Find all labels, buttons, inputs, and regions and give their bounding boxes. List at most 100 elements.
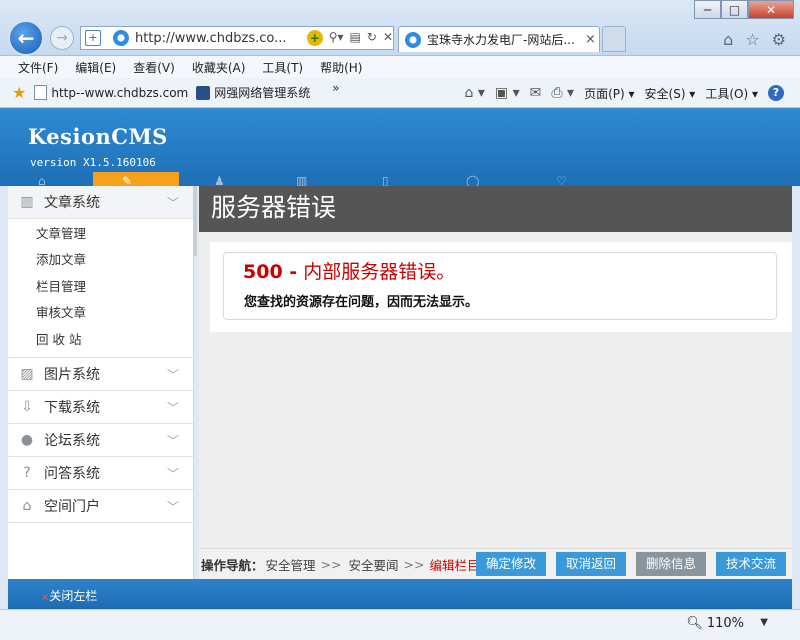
home-icon[interactable]: ⌂ ▾ (465, 85, 485, 101)
breadcrumb-separator: >> (320, 556, 342, 572)
error-message: 您查找的资源存在问题，因而无法显示。 (244, 295, 479, 310)
gear-icon[interactable]: ⚙ (772, 30, 786, 49)
close-sidebar-label: 关闭左栏 (49, 589, 98, 603)
search-nav-icon[interactable]: ◯ (466, 174, 479, 186)
favorites-star-icon[interactable]: ★ (12, 83, 26, 102)
rss-icon[interactable]: ▣ ▾ (495, 85, 520, 101)
site-icon (196, 85, 211, 100)
cancel-back-button[interactable]: 取消返回 (555, 552, 626, 576)
favorite-link-2[interactable]: 网强网络管理系统 (196, 84, 310, 101)
edit-nav-icon[interactable]: ✎ (122, 174, 132, 186)
print-icon[interactable]: ⎙ ▾ (551, 85, 574, 101)
confirm-edit-button[interactable]: 确定修改 (475, 552, 546, 576)
users-nav-icon[interactable]: ♟ (214, 174, 225, 186)
sidebar-scrollbar[interactable] (193, 186, 197, 256)
addon-icon[interactable]: + (306, 30, 323, 46)
operation-buttons: 确定修改 取消返回 删除信息 技术交流 (475, 552, 786, 576)
sidebar-group-label: 下载系统 (44, 399, 100, 416)
sidebar-group-qa[interactable]: ? 问答系统 ﹀ (8, 457, 193, 490)
error-code: 500 - (243, 261, 298, 283)
close-sidebar-link[interactable]: ×关闭左栏 (41, 587, 97, 604)
help-icon[interactable]: ? (768, 85, 784, 101)
breadcrumb-security-manage[interactable]: 安全管理 (266, 555, 316, 574)
chevron-down-icon: ﹀ (166, 367, 179, 382)
tech-exchange-button[interactable]: 技术交流 (715, 552, 786, 576)
menu-view[interactable]: 查看(V) (133, 59, 175, 76)
mobile-nav-icon[interactable]: ▯ (382, 174, 389, 186)
zoom-control[interactable]: 🔍︎ 110% (686, 616, 744, 631)
back-button[interactable]: ← (8, 20, 44, 56)
heart-nav-icon[interactable]: ♡ (556, 174, 567, 186)
error-code-text: 内部服务器错误。 (297, 261, 456, 283)
minimize-button[interactable]: ─ (694, 0, 721, 19)
rss-feed-icon[interactable]: ▤ (350, 30, 361, 46)
menu-file[interactable]: 文件(F) (18, 59, 58, 76)
command-bar: ⌂ ▾ ▣ ▾ ✉ ⎙ ▾ 页面(P) ▾ 安全(S) ▾ 工具(O) ▾ ? (465, 78, 784, 108)
page-menu[interactable]: 页面(P) ▾ (584, 85, 634, 102)
favorites-star-icon[interactable]: ☆ (745, 30, 759, 49)
safety-menu[interactable]: 安全(S) ▾ (645, 85, 696, 102)
error-panel: 500 - 内部服务器错误。 您查找的资源存在问题，因而无法显示。 (210, 242, 792, 332)
menu-help[interactable]: 帮助(H) (320, 59, 362, 76)
breadcrumb-security-news[interactable]: 安全要闻 (348, 555, 398, 574)
address-bar[interactable]: + e http://www.chdbzs.co... + ⚲▾ ▤ ↻ ✕ (80, 26, 394, 50)
sidebar-group-space[interactable]: ⌂ 空间门户 ﹀ (8, 490, 193, 523)
sidebar-item-add-article[interactable]: 添加文章 (8, 247, 193, 273)
breadcrumb-current: 编辑栏目 (429, 557, 480, 573)
question-icon: ? (23, 464, 31, 481)
browser-tab[interactable]: e 宝珠寺水力发电厂-网站后... × (398, 26, 600, 52)
close-window-button[interactable]: ✕ (748, 0, 794, 19)
menu-favorites[interactable]: 收藏夹(A) (192, 59, 246, 76)
new-tab-button[interactable] (602, 26, 626, 52)
home-icon[interactable]: ⌂ (723, 30, 733, 49)
tab-close-button[interactable]: × (585, 32, 596, 47)
sidebar-item-review-article[interactable]: 审核文章 (8, 300, 193, 326)
zoom-dropdown-icon[interactable]: ▼ (760, 617, 768, 628)
address-url[interactable]: http://www.chdbzs.co... (135, 31, 295, 46)
sidebar-group-forum[interactable]: ● 论坛系统 ﹀ (8, 424, 193, 457)
sidebar-group-label: 问答系统 (44, 465, 100, 482)
error-heading: 500 - 内部服务器错误。 (243, 257, 455, 284)
cms-logo: KesionCMS (28, 124, 168, 149)
arrow-right-icon: → (56, 30, 68, 46)
chevron-down-icon: ﹀ (166, 196, 179, 210)
menu-bar: 文件(F) 编辑(E) 查看(V) 收藏夹(A) 工具(T) 帮助(H) (0, 56, 800, 78)
sidebar-item-column-manage[interactable]: 栏目管理 (8, 274, 193, 300)
template-nav-icon[interactable]: ▥ (296, 174, 307, 186)
zoom-icon: 🔍︎ (686, 616, 703, 631)
favorite-link-1[interactable]: http--www.chdbzs.com (34, 85, 188, 100)
more-favorites-chevron-icon[interactable]: » (332, 81, 339, 95)
tools-menu[interactable]: 工具(O) ▾ (705, 85, 758, 102)
sidebar-group-label: 文章系统 (44, 195, 100, 211)
browser-titlebar: ← → + e http://www.chdbzs.co... + ⚲▾ ▤ ↻… (0, 0, 800, 56)
tab-favicon: e (405, 31, 421, 48)
chevron-down-icon: ﹀ (166, 499, 179, 514)
favorite-link-1-label: http--www.chdbzs.com (51, 85, 189, 100)
cms-header: KesionCMS version X1.5.160106 ⌂ ✎ ♟ ▥ ▯ … (0, 108, 800, 186)
cms-footer: ×关闭左栏 (8, 579, 792, 609)
stop-icon[interactable]: ✕ (383, 30, 393, 46)
content-frame: 服务器错误 500 - 内部服务器错误。 您查找的资源存在问题，因而无法显示。 (199, 186, 792, 579)
chevron-down-icon: ﹀ (166, 466, 179, 481)
menu-edit[interactable]: 编辑(E) (75, 59, 116, 76)
compatibility-view-icon[interactable]: + (85, 30, 101, 46)
sidebar-group-article[interactable]: ▥ 文章系统 ﹀ (8, 186, 193, 219)
arrow-left-icon: ← (17, 26, 35, 50)
image-icon: ▨ (20, 365, 34, 382)
operation-bar: 操作导航： 安全管理 >> 安全要闻 >> 编辑栏目 确定修改 取消返回 删除信… (199, 548, 792, 579)
sidebar-group-label: 论坛系统 (44, 432, 100, 449)
refresh-icon[interactable]: ↻ (367, 30, 377, 46)
search-icon[interactable]: ⚲▾ (329, 30, 344, 46)
maximize-button[interactable]: □ (721, 0, 748, 19)
sidebar-group-image[interactable]: ▨ 图片系统 ﹀ (8, 358, 193, 391)
mail-icon[interactable]: ✉ (530, 85, 542, 101)
sidebar-item-recycle-bin[interactable]: 回 收 站 (8, 327, 193, 353)
chevron-down-icon: ﹀ (166, 400, 179, 415)
sidebar-group-download[interactable]: ⇩ 下载系统 ﹀ (8, 391, 193, 424)
home-nav-icon[interactable]: ⌂ (38, 174, 46, 186)
delete-info-button[interactable]: 删除信息 (635, 552, 706, 576)
cms-version: version X1.5.160106 (30, 156, 156, 169)
sidebar-item-article-manage[interactable]: 文章管理 (8, 221, 193, 247)
forward-button[interactable]: → (50, 26, 74, 50)
menu-tools[interactable]: 工具(T) (262, 59, 303, 76)
